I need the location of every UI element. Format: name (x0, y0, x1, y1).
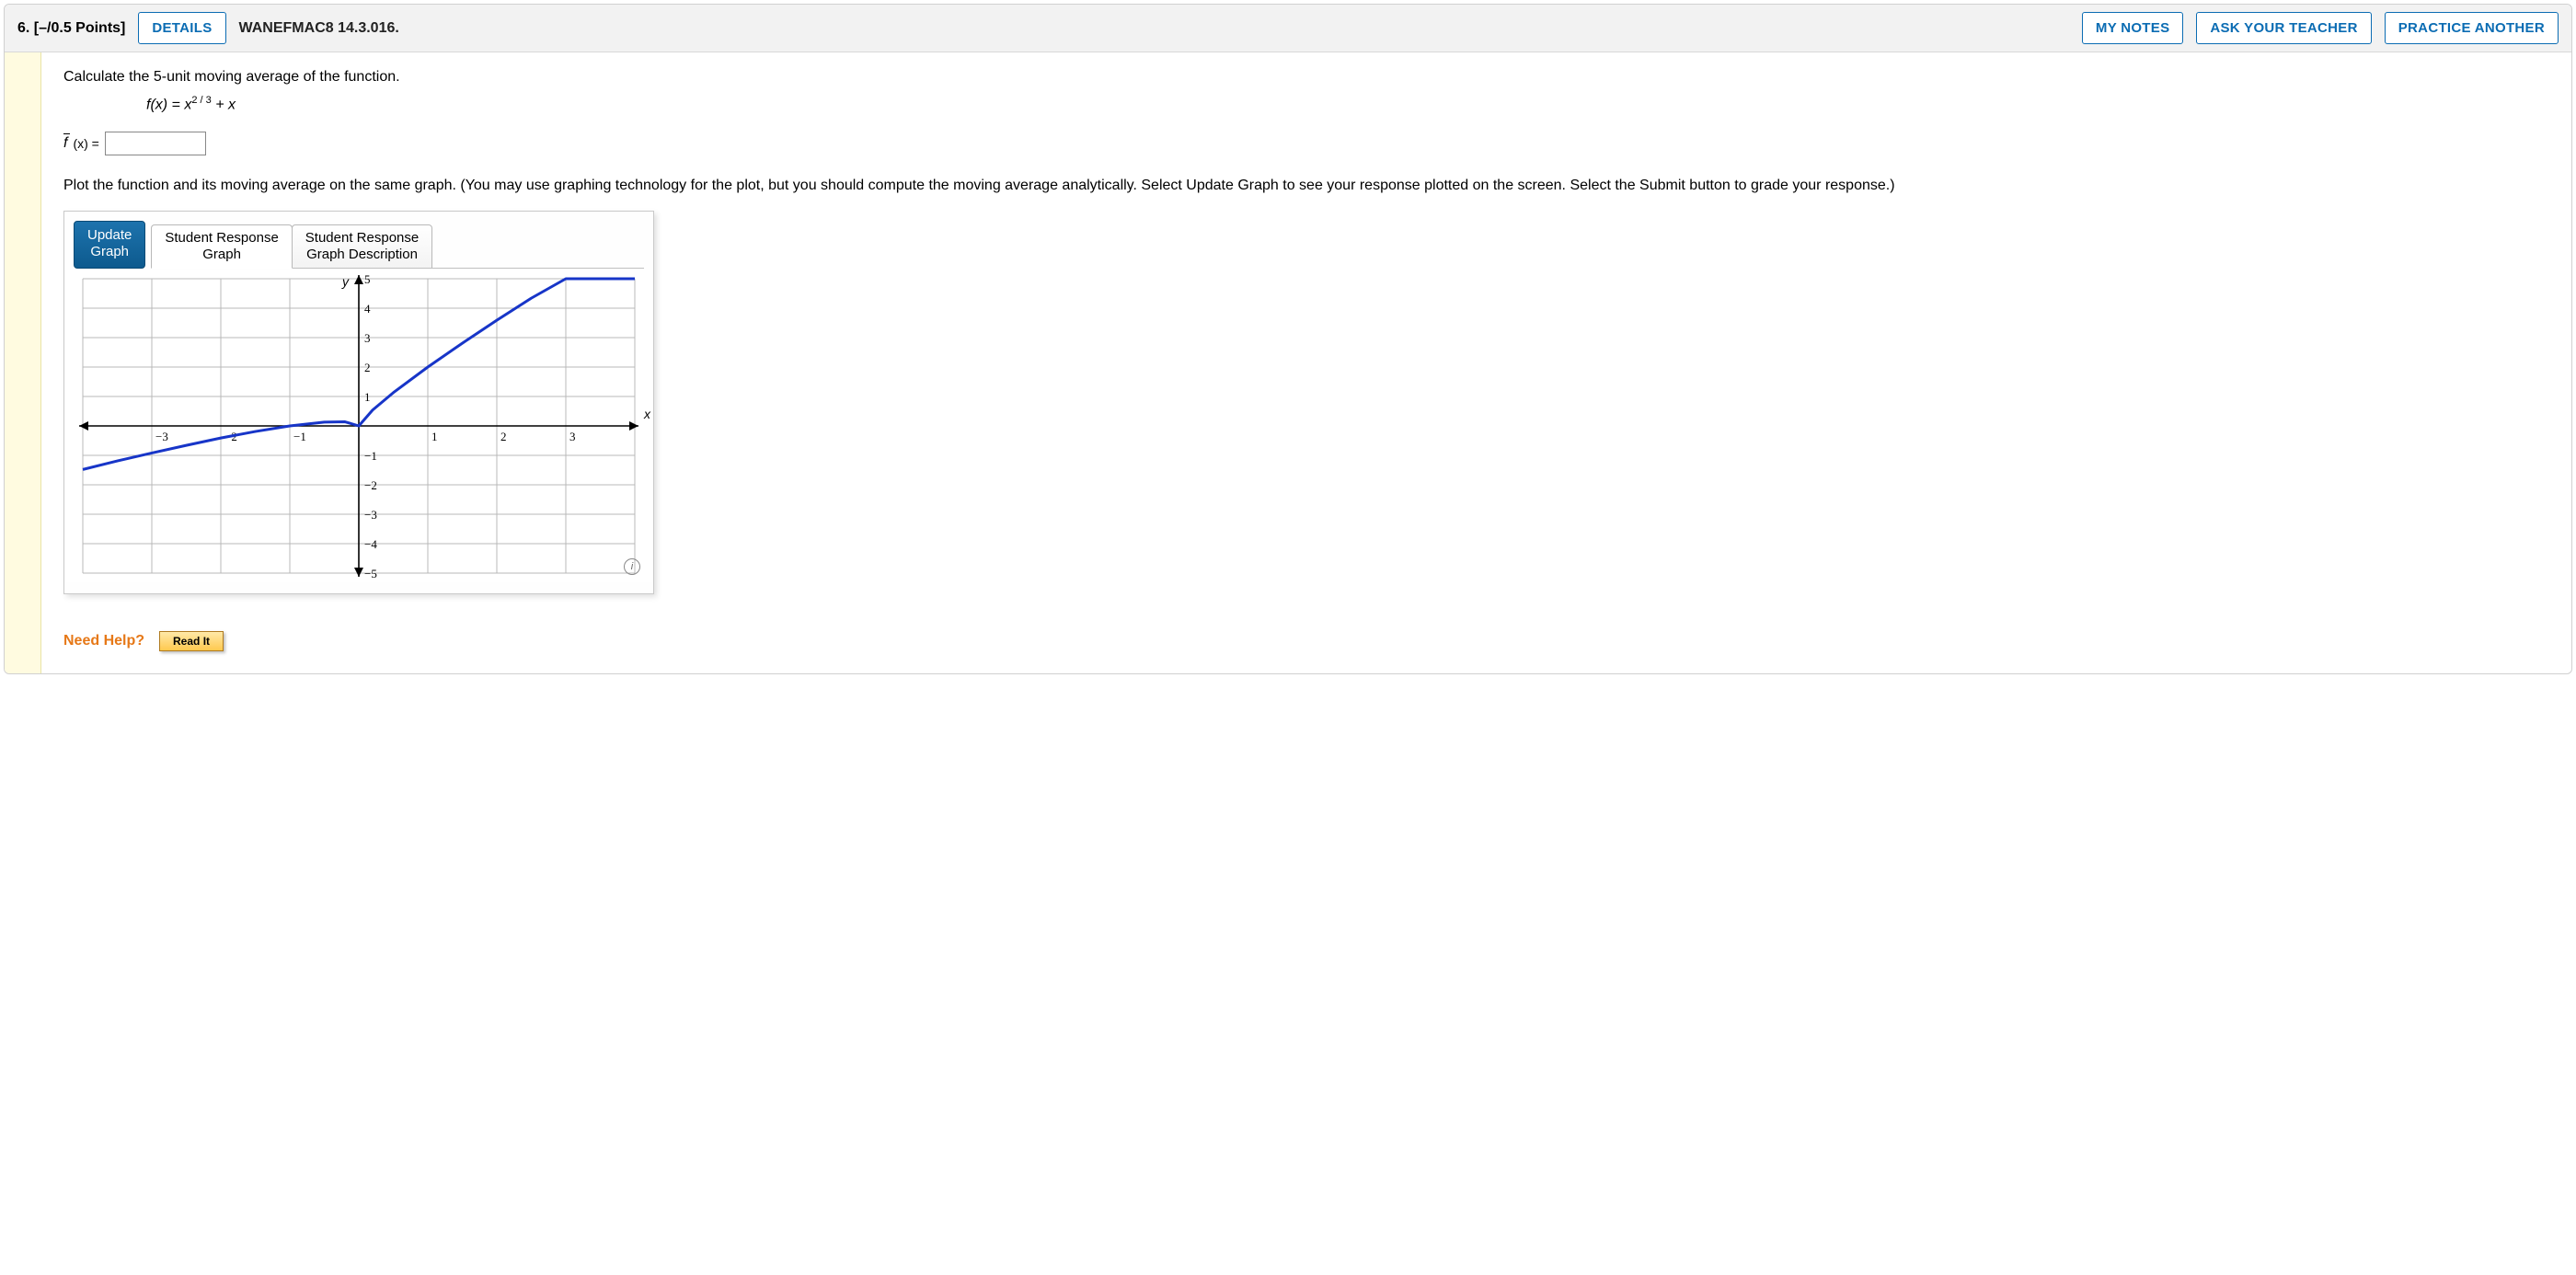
update-graph-button[interactable]: UpdateGraph (74, 221, 145, 269)
svg-text:5: 5 (364, 272, 371, 286)
details-button[interactable]: DETAILS (138, 12, 225, 44)
svg-text:3: 3 (569, 430, 576, 443)
plot-area: xy−3−2−112354321−1−2−3−4−5 i (64, 270, 653, 582)
fbar-rest: (x) = (73, 136, 98, 151)
question-code: WANEFMAC8 14.3.016. (239, 20, 399, 37)
svg-text:−1: −1 (364, 449, 377, 463)
prompt-text-1: Calculate the 5-unit moving average of t… (63, 69, 2549, 86)
question-number: 6. [–/0.5 Points] (17, 20, 125, 37)
need-help-label: Need Help? (63, 633, 144, 649)
info-icon[interactable]: i (624, 558, 640, 575)
fbar-label: f (63, 135, 67, 152)
plot-svg: xy−3−2−112354321−1−2−3−4−5 (64, 270, 653, 582)
function-formula: f(x) = x2 / 3 + x (63, 95, 2549, 113)
ask-teacher-button[interactable]: ASK YOUR TEACHER (2196, 12, 2371, 44)
svg-text:2: 2 (500, 430, 507, 443)
practice-another-button[interactable]: PRACTICE ANOTHER (2385, 12, 2559, 44)
tab-student-response-description[interactable]: Student ResponseGraph Description (292, 224, 432, 269)
svg-text:3: 3 (364, 331, 371, 345)
svg-text:−2: −2 (364, 478, 377, 492)
question-header: 6. [–/0.5 Points] DETAILS WANEFMAC8 14.3… (5, 5, 2571, 52)
svg-text:4: 4 (364, 302, 371, 316)
need-help-row: Need Help? Read It (63, 631, 2549, 651)
prompt-text-2: Plot the function and its moving average… (63, 176, 2549, 196)
graph-panel: UpdateGraph Student ResponseGraph Studen… (63, 211, 654, 594)
svg-text:−3: −3 (364, 508, 377, 522)
tab-student-response-graph[interactable]: Student ResponseGraph (151, 224, 292, 269)
svg-text:1: 1 (364, 390, 371, 404)
moving-average-input[interactable] (105, 132, 206, 155)
svg-text:y: y (341, 274, 350, 289)
svg-text:1: 1 (431, 430, 438, 443)
my-notes-button[interactable]: MY NOTES (2082, 12, 2183, 44)
svg-text:2: 2 (364, 361, 371, 374)
svg-text:−3: −3 (155, 430, 168, 443)
left-margin-strip (5, 52, 41, 673)
svg-text:−1: −1 (293, 430, 306, 443)
svg-text:−5: −5 (364, 567, 377, 580)
read-it-button[interactable]: Read It (159, 631, 224, 651)
svg-text:x: x (643, 407, 651, 421)
svg-text:−4: −4 (364, 537, 377, 551)
